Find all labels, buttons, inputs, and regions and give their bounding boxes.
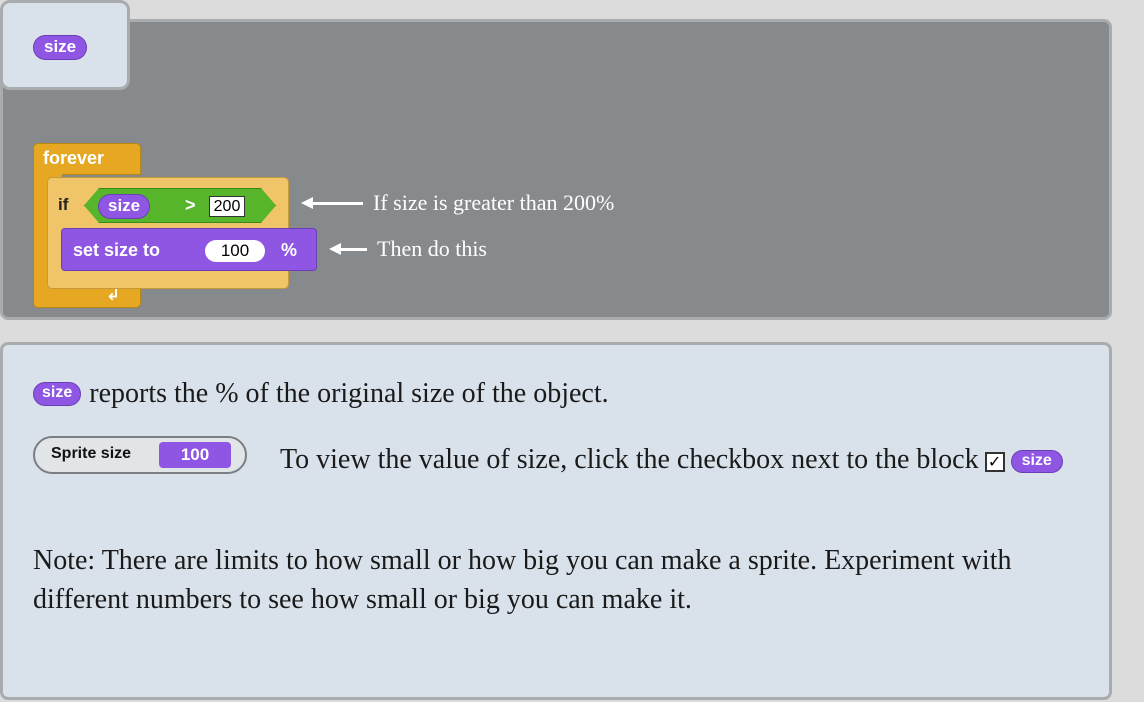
- if-label: if: [58, 195, 69, 214]
- size-description-text: reports the % of the original size of th…: [89, 378, 609, 409]
- then-annotation: Then do this: [329, 236, 487, 262]
- left-arrow-icon: [301, 197, 313, 209]
- forever-block-bottom: ↲: [33, 285, 141, 308]
- size-reporter[interactable]: size: [33, 35, 88, 60]
- sprite-size-watcher[interactable]: Sprite size 100: [33, 436, 247, 474]
- note-paragraph: Note: There are limits to how small or h…: [33, 545, 1012, 616]
- compare-value-input[interactable]: 200: [209, 196, 245, 217]
- view-instructions: To view the value of size, click the che…: [280, 440, 1080, 481]
- size-reporter[interactable]: size: [98, 194, 150, 219]
- greater-than-operator: >: [185, 195, 196, 215]
- then-annotation-text: Then do this: [377, 236, 487, 261]
- view-instructions-text: To view the value of size, click the che…: [280, 444, 979, 475]
- if-annotation-text: If size is greater than 200%: [373, 190, 615, 215]
- forever-label: forever: [43, 148, 105, 168]
- size-reporter[interactable]: size: [1010, 449, 1063, 474]
- size-value-input[interactable]: 100: [205, 240, 265, 262]
- set-size-block[interactable]: set size to 100 %: [61, 228, 317, 271]
- size-reporter[interactable]: size: [33, 382, 82, 406]
- set-size-label: set size to: [73, 240, 161, 260]
- size-description: size reports the % of the original size …: [33, 378, 609, 410]
- left-arrow-icon: [329, 243, 341, 255]
- info-panel: size reports the % of the original size …: [0, 342, 1112, 700]
- greater-than-predicate[interactable]: size > 200: [84, 188, 276, 223]
- watcher-value: 100: [159, 442, 231, 468]
- forever-block[interactable]: forever: [33, 143, 141, 175]
- reporter-tab-card: size: [0, 0, 130, 90]
- watcher-label: Sprite size: [51, 445, 132, 462]
- example-panel: forever ↲ if size > 200 set size to 100 …: [0, 19, 1112, 320]
- checkbox-icon[interactable]: ✓: [984, 451, 1005, 472]
- percent-label: %: [281, 240, 298, 260]
- if-annotation: If size is greater than 200%: [301, 190, 614, 216]
